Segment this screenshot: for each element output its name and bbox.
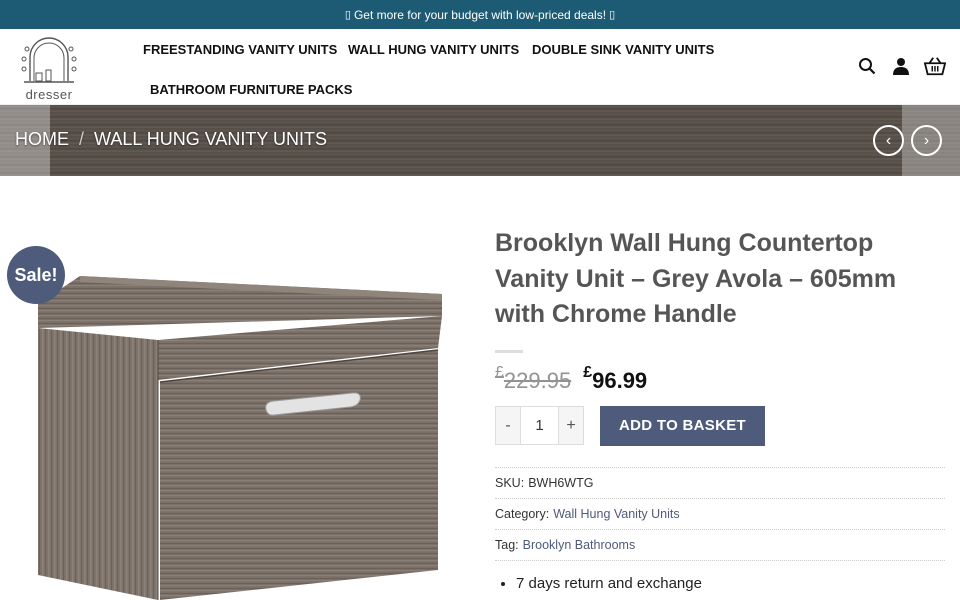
- chevron-left-icon: ‹: [885, 131, 892, 149]
- quantity-decrease-button[interactable]: -: [496, 407, 520, 444]
- price-block: £229.95 £96.99: [495, 364, 945, 398]
- sku-label: SKU:: [495, 475, 525, 490]
- site-logo[interactable]: dresser: [20, 35, 78, 102]
- nav-item-wall-hung[interactable]: WALL HUNG VANITY UNITS: [348, 42, 519, 57]
- sale-price-currency: £: [583, 363, 593, 381]
- product-info: Brooklyn Wall Hung Countertop Vanity Uni…: [495, 226, 945, 592]
- sale-price: £96.99: [583, 364, 648, 394]
- product-title: Brooklyn Wall Hung Countertop Vanity Uni…: [495, 229, 897, 328]
- sku-value: BWH6WTG: [528, 475, 594, 490]
- title-divider: [495, 349, 523, 353]
- add-to-basket-button[interactable]: ADD TO BASKET: [600, 405, 765, 446]
- search-icon[interactable]: [856, 55, 878, 77]
- add-to-cart-row: - 1 + ADD TO BASKET: [495, 405, 945, 446]
- nav-item-double-sink[interactable]: DOUBLE SINK VANITY UNITS: [532, 42, 714, 57]
- old-price-value: 229.95: [503, 367, 572, 393]
- feature-item: 7 days return and exchange: [516, 575, 945, 592]
- user-icon[interactable]: [890, 55, 912, 77]
- nav-item-freestanding[interactable]: FREESTANDING VANITY UNITS: [143, 42, 337, 57]
- breadcrumb: HOME / WALL HUNG VANITY UNITS: [15, 129, 327, 150]
- site-header: dresser FREESTANDING VANITY UNITS WALL H…: [0, 29, 960, 105]
- product-meta: SKU: BWH6WTG Category: Wall Hung Vanity …: [495, 466, 945, 561]
- category-label: Category:: [495, 506, 550, 521]
- basket-icon[interactable]: [924, 55, 946, 77]
- breadcrumb-home[interactable]: HOME: [15, 129, 69, 149]
- logo-text: dresser: [25, 87, 73, 102]
- promo-text: Get more for your budget with low-priced…: [353, 7, 607, 22]
- vanity-drawer: [160, 350, 438, 600]
- tag-label: Tag:: [495, 537, 519, 552]
- main-nav: FREESTANDING VANITY UNITS WALL HUNG VANI…: [140, 29, 740, 105]
- product-image[interactable]: [0, 230, 470, 600]
- category-link[interactable]: Wall Hung Vanity Units: [553, 507, 679, 521]
- promo-box-icon-end: ▯: [609, 9, 616, 21]
- sale-badge: Sale!: [7, 246, 65, 304]
- prev-product-button[interactable]: ‹: [873, 125, 904, 156]
- quantity-input[interactable]: 1: [520, 407, 559, 444]
- breadcrumb-separator: /: [79, 129, 85, 149]
- promo-box-icon: ▯: [344, 9, 351, 21]
- vanity-top: [38, 276, 442, 328]
- breadcrumb-current[interactable]: WALL HUNG VANITY UNITS: [94, 129, 327, 149]
- tag-link[interactable]: Brooklyn Bathrooms: [523, 538, 636, 552]
- promo-bar: ▯ Get more for your budget with low-pric…: [0, 0, 960, 29]
- old-price-currency: £: [495, 363, 504, 381]
- quantity-increase-button[interactable]: +: [559, 407, 583, 444]
- tag-row: Tag: Brooklyn Bathrooms: [495, 530, 945, 561]
- nav-item-furniture-packs[interactable]: BATHROOM FURNITURE PACKS: [150, 82, 352, 97]
- feature-list: 7 days return and exchange: [495, 575, 945, 592]
- old-price: £229.95: [495, 364, 572, 394]
- sale-price-value: 96.99: [592, 367, 648, 393]
- category-row: Category: Wall Hung Vanity Units: [495, 499, 945, 530]
- next-product-button[interactable]: ›: [911, 125, 942, 156]
- quantity-stepper: - 1 +: [495, 406, 584, 445]
- header-icons: [856, 55, 946, 77]
- chevron-right-icon: ›: [923, 131, 930, 149]
- page-banner: HOME / WALL HUNG VANITY UNITS ‹ ›: [0, 105, 960, 176]
- vanity-side: [38, 328, 158, 600]
- sku-row: SKU: BWH6WTG: [495, 468, 945, 499]
- mirror-logo-icon: [21, 37, 77, 83]
